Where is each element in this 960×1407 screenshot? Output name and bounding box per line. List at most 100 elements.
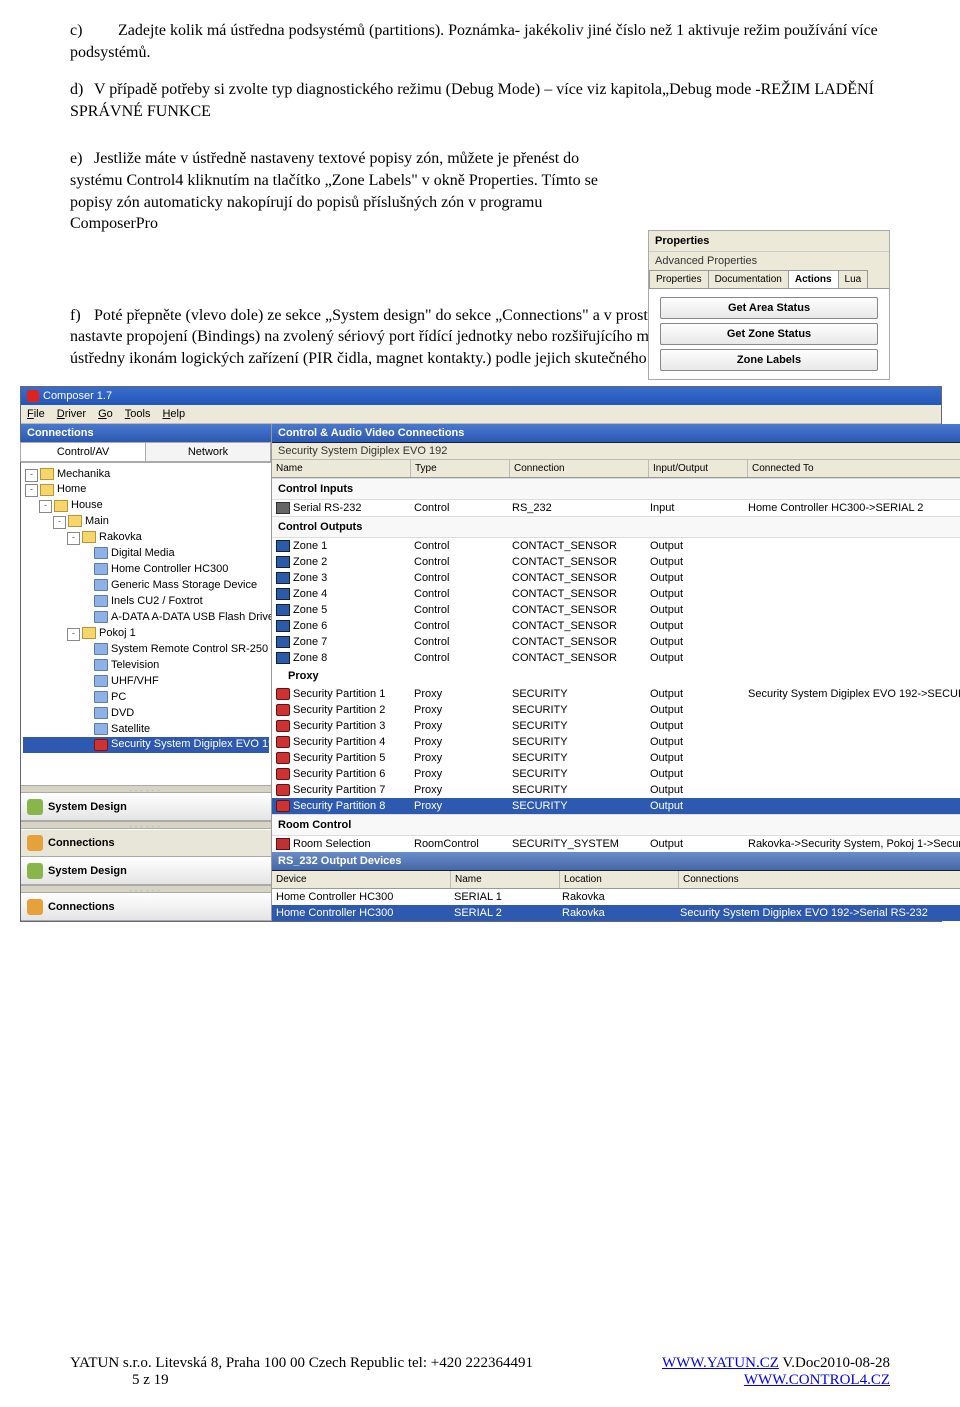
text-d: V případě potřeby si zvolte typ diagnost… [70, 81, 874, 120]
mode-connections[interactable]: Connections [21, 829, 271, 857]
label-e: e) [70, 148, 94, 170]
tab-lua[interactable]: Lua [838, 270, 869, 288]
menu-tools[interactable]: Tools [125, 408, 151, 420]
zn-icon [276, 652, 290, 664]
design-icon [27, 799, 43, 815]
table-row[interactable]: Zone 6ControlCONTACT_SENSOROutput [272, 618, 960, 634]
col-header[interactable]: Input/Output [649, 460, 748, 477]
dvc-icon [94, 579, 108, 591]
col-header[interactable]: Connection [510, 460, 649, 477]
col-header[interactable]: Type [411, 460, 510, 477]
dvc-icon [94, 691, 108, 703]
zone-labels-button[interactable]: Zone Labels [660, 349, 877, 371]
col-header[interactable]: Connections [679, 871, 960, 888]
tree-item[interactable]: Inels CU2 / Foxtrot [23, 594, 269, 610]
table-row[interactable]: Room SelectionRoomControlSECURITY_SYSTEM… [272, 836, 960, 852]
subtab-network[interactable]: Network [145, 442, 271, 462]
table-row[interactable]: Home Controller HC300SERIAL 2RakovkaSecu… [272, 905, 960, 921]
tree-item[interactable]: Digital Media [23, 546, 269, 562]
left-pane: Connections Control/AVNetwork -Mechanika… [21, 424, 272, 921]
menu-go[interactable]: Go [98, 408, 113, 420]
get-zone-status-button[interactable]: Get Zone Status [660, 323, 877, 345]
tree-item[interactable]: Home Controller HC300 [23, 562, 269, 578]
dvc-icon [94, 707, 108, 719]
footer-link-yatun[interactable]: WWW.YATUN.CZ [662, 1355, 779, 1371]
table-row[interactable]: Zone 5ControlCONTACT_SENSOROutput [272, 602, 960, 618]
table-row[interactable]: Zone 1ControlCONTACT_SENSOROutput [272, 538, 960, 554]
advanced-properties-label: Advanced Properties [649, 252, 889, 270]
tree-item[interactable]: -Main [23, 514, 269, 530]
tab-actions[interactable]: Actions [788, 270, 839, 288]
splitter-handle[interactable]: ······ [21, 821, 271, 829]
properties-body: Get Area Status Get Zone Status Zone Label… [649, 289, 889, 379]
table-row[interactable]: Security Partition 3ProxySECURITYOutput [272, 718, 960, 734]
tree-item[interactable]: -House [23, 498, 269, 514]
mode-connections[interactable]: Connections [21, 893, 271, 921]
footer-link-control4[interactable]: WWW.CONTROL4.CZ [744, 1372, 890, 1388]
tree-item[interactable]: UHF/VHF [23, 674, 269, 690]
connections-title: Connections [21, 424, 271, 443]
tree-item[interactable]: DVD [23, 706, 269, 722]
tree-item[interactable]: -Home [23, 482, 269, 498]
right-title: Control & Audio Video Connections [272, 424, 960, 443]
tab-documentation[interactable]: Documentation [708, 270, 789, 288]
col-header[interactable]: Location [560, 871, 679, 888]
tree-item[interactable]: Generic Mass Storage Device [23, 578, 269, 594]
tree-item[interactable]: PC [23, 690, 269, 706]
col-header[interactable]: Device [272, 871, 451, 888]
menu-help[interactable]: Help [162, 408, 185, 420]
group-header: Proxy [272, 666, 960, 686]
group-header: Room Control [272, 814, 960, 836]
tree-item[interactable]: Television [23, 658, 269, 674]
splitter-handle[interactable]: ······ [21, 885, 271, 893]
mode-system-design[interactable]: System Design [21, 793, 271, 821]
zn-icon [276, 540, 290, 552]
tree-item[interactable]: -Pokoj 1 [23, 626, 269, 642]
dvc-icon [94, 563, 108, 575]
menu-file[interactable]: File [27, 408, 45, 420]
group-header: Control Outputs [272, 516, 960, 538]
table-row[interactable]: Security Partition 1ProxySECURITYOutputS… [272, 686, 960, 702]
page-footer: YATUN s.r.o. Litevská 8, Praha 100 00 Cz… [0, 1355, 960, 1389]
table-row[interactable]: Security Partition 2ProxySECURITYOutput [272, 702, 960, 718]
pt-icon [276, 736, 290, 748]
tree-item[interactable]: Satellite [23, 722, 269, 738]
pt-icon [276, 800, 290, 812]
table-row[interactable]: Security Partition 8ProxySECURITYOutput [272, 798, 960, 814]
grid-header: NameTypeConnectionInput/OutputConnected … [272, 460, 960, 478]
col-header[interactable]: Name [272, 460, 411, 477]
label-d: d) [70, 79, 94, 101]
get-area-status-button[interactable]: Get Area Status [660, 297, 877, 319]
tree-item[interactable]: A-DATA A-DATA USB Flash Drive [23, 610, 269, 626]
table-row[interactable]: Security Partition 5ProxySECURITYOutput [272, 750, 960, 766]
device-tree[interactable]: -Mechanika-Home-House-Main-RakovkaDigita… [21, 463, 271, 785]
menu-driver[interactable]: Driver [57, 408, 86, 420]
mode-system-design[interactable]: System Design [21, 857, 271, 885]
tab-properties[interactable]: Properties [649, 270, 709, 288]
ser-icon [276, 502, 290, 514]
subtab-controlav[interactable]: Control/AV [20, 442, 146, 462]
table-row[interactable]: Security Partition 7ProxySECURITYOutput [272, 782, 960, 798]
table-row[interactable]: Home Controller HC300SERIAL 1Rakovka [272, 889, 960, 905]
col-header[interactable]: Name [451, 871, 560, 888]
grid-body[interactable]: Control InputsSerial RS-232ControlRS_232… [272, 478, 960, 852]
table-row[interactable]: Zone 8ControlCONTACT_SENSOROutput [272, 650, 960, 666]
table-row[interactable]: Zone 2ControlCONTACT_SENSOROutput [272, 554, 960, 570]
tree-item[interactable]: System Remote Control SR-250 [23, 642, 269, 658]
table-row[interactable]: Security Partition 4ProxySECURITYOutput [272, 734, 960, 750]
dvc-icon [94, 595, 108, 607]
text-e: Jestliže máte v ústředně nastaveny texto… [70, 150, 598, 232]
properties-panel: Properties Advanced Properties Propertie… [648, 230, 890, 380]
table-row[interactable]: Security Partition 6ProxySECURITYOutput [272, 766, 960, 782]
splitter-handle[interactable]: ······ [21, 785, 271, 793]
table-row[interactable]: Zone 3ControlCONTACT_SENSOROutput [272, 570, 960, 586]
table-row[interactable]: Serial RS-232ControlRS_232InputHome Cont… [272, 500, 960, 516]
table-row[interactable]: Zone 7ControlCONTACT_SENSOROutput [272, 634, 960, 650]
devices-body[interactable]: Home Controller HC300SERIAL 1Rakovka Hom… [272, 889, 960, 921]
col-header[interactable]: Connected To [748, 460, 960, 477]
tree-item[interactable]: Security System Digiplex EVO 192 [23, 737, 269, 753]
left-subtabs: Control/AVNetwork [21, 443, 271, 463]
tree-item[interactable]: -Rakovka [23, 530, 269, 546]
tree-item[interactable]: -Mechanika [23, 467, 269, 483]
table-row[interactable]: Zone 4ControlCONTACT_SENSOROutput [272, 586, 960, 602]
